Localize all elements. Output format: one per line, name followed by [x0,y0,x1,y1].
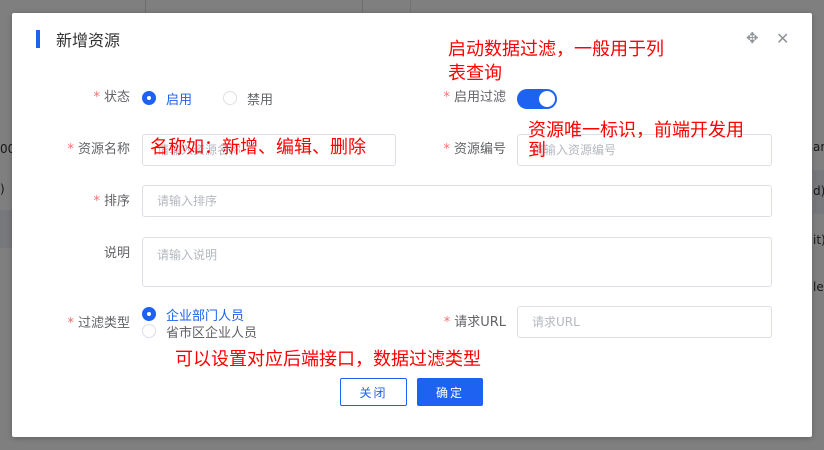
filter-type-label: * 过滤类型 [67,316,130,331]
close-button[interactable]: 关闭 [340,378,407,406]
close-icon[interactable]: ✕ [776,29,789,48]
annotation-filter-note: 启动数据过滤，一般用于列 表查询 [448,39,664,84]
filter-type-radio-region[interactable]: 省市区企业人员 [142,322,257,341]
filter-enabled-switch[interactable] [517,89,557,109]
radio-unchecked-icon [223,91,237,105]
annotation-name-note: 名称如：新增、编辑、删除 [150,137,366,158]
sort-input[interactable] [142,185,772,217]
switch-knob [539,91,555,107]
sort-label: * 排序 [93,194,130,209]
request-url-label: * 请求URL [443,315,506,330]
confirm-button[interactable]: 确定 [417,378,483,406]
dialog-title: 新增资源 [56,31,121,50]
description-textarea[interactable] [142,237,772,287]
resource-code-label: * 资源编号 [443,142,506,157]
status-radio-enabled[interactable]: 启用 [142,89,192,108]
status-label: * 状态 [93,90,130,105]
radio-checked-icon [142,307,156,321]
request-url-input[interactable] [517,306,772,338]
dialog-header: 新增资源 [36,29,121,50]
title-accent-bar [36,30,40,48]
annotation-filter-type-note: 可以设置对应后端接口，数据过滤类型 [175,349,481,370]
resource-name-label: * 资源名称 [67,142,130,157]
move-icon[interactable]: ✥ [746,29,759,47]
filter-type-radio-dept[interactable]: 企业部门人员 [142,305,244,324]
status-radio-disabled[interactable]: 禁用 [223,89,273,108]
radio-unchecked-icon [142,324,156,338]
annotation-code-note: 资源唯一标识，前端开发用 到 [528,120,744,161]
description-label: 说明 [103,246,130,261]
filter-enabled-label: * 启用过滤 [443,90,506,105]
radio-checked-icon [142,91,156,105]
add-resource-dialog: 新增资源 ✥ ✕ *状态 启用 禁用 *启用过滤 *资源名称 *资源编号 *排序… [12,13,812,437]
